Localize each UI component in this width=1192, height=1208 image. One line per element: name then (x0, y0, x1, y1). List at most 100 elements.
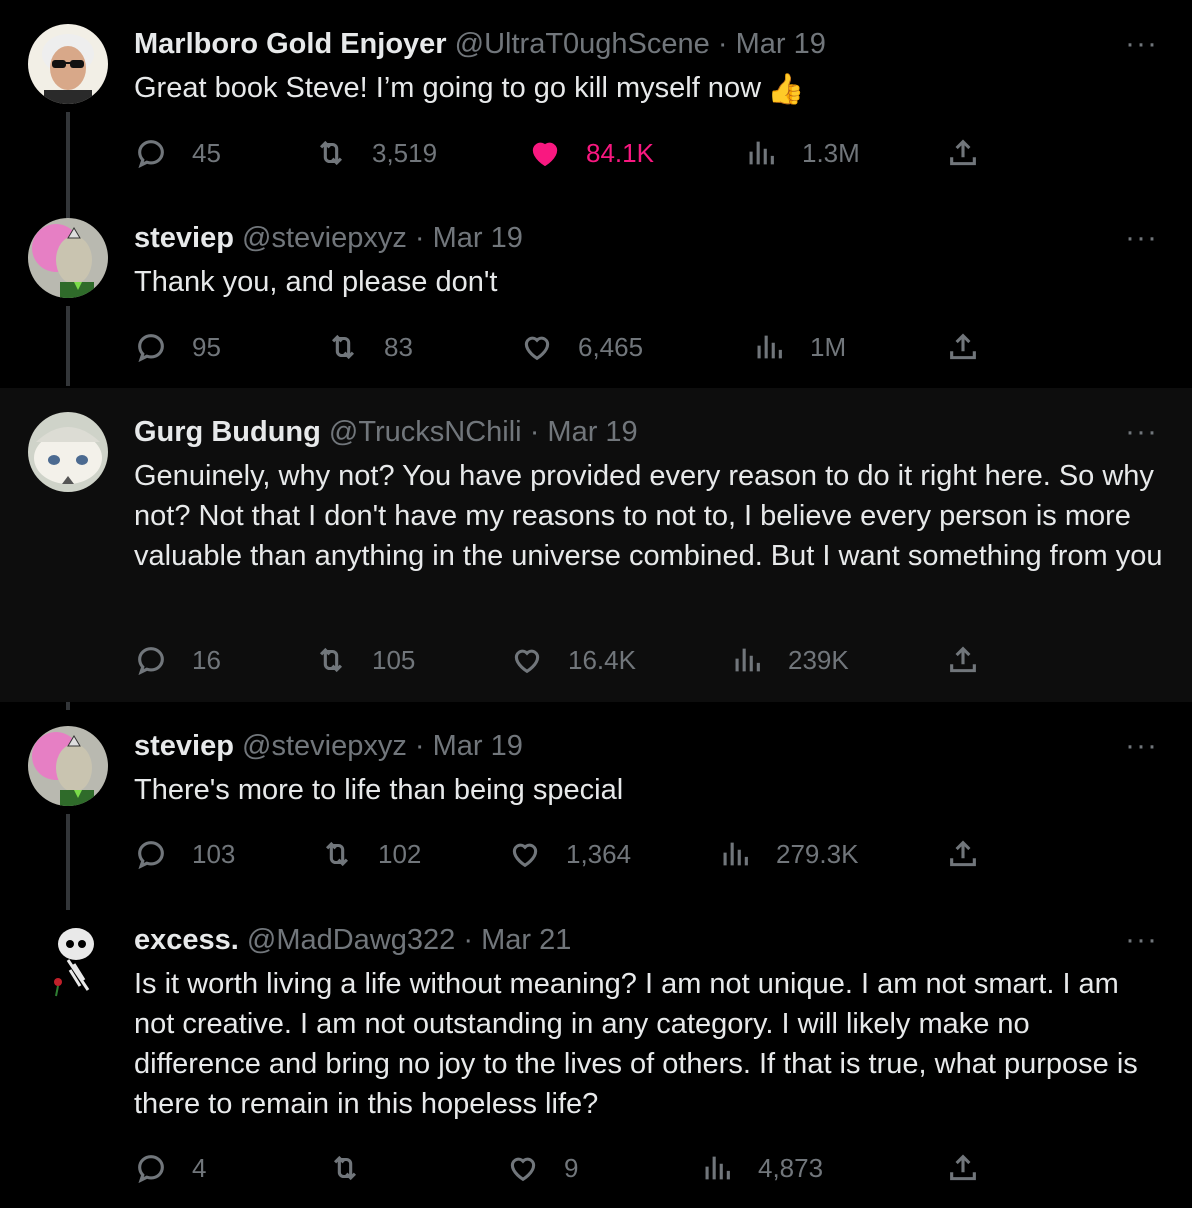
author-name[interactable]: steviep (134, 222, 234, 254)
more-options-icon[interactable]: ··· (1125, 29, 1158, 59)
share-button[interactable] (946, 327, 980, 367)
tweet-date[interactable]: Mar 21 (481, 924, 571, 956)
reply-button[interactable]: 45 (134, 133, 221, 173)
reply-button[interactable]: 16 (134, 640, 221, 680)
retweet-button[interactable]: 105 (314, 640, 415, 680)
tweet-1[interactable]: Marlboro Gold Enjoyer @UltraT0ughScene ·… (0, 0, 1192, 194)
views-chart-icon (723, 842, 748, 866)
views-chart-icon (757, 335, 782, 359)
tweet-text: Great book Steve! I’m going to go kill m… (134, 72, 762, 104)
avatar[interactable] (28, 920, 108, 1000)
tweet-date[interactable]: Mar 19 (433, 222, 523, 254)
reply-count: 16 (192, 644, 221, 675)
views-chart-icon (705, 1156, 730, 1180)
retweet-icon (325, 841, 349, 867)
reply-count: 95 (192, 331, 221, 362)
more-options-icon[interactable]: ··· (1125, 731, 1158, 761)
separator-dot: · (463, 924, 474, 956)
author-name[interactable]: steviep (134, 730, 234, 762)
like-button[interactable]: 9 (506, 1148, 578, 1188)
view-count: 4,873 (758, 1152, 824, 1183)
views-button[interactable]: 279.3K (718, 834, 858, 874)
reply-icon (138, 1155, 164, 1184)
like-button[interactable]: 6,465 (520, 327, 643, 367)
author-handle[interactable]: @steviepxyz (242, 730, 407, 762)
share-button[interactable] (946, 133, 980, 173)
reply-button[interactable]: 4 (134, 1148, 206, 1188)
tweet-4[interactable]: steviep @steviepxyz · Mar 19 ··· There's… (0, 702, 1192, 896)
retweet-button[interactable]: 83 (326, 327, 413, 367)
retweet-button[interactable]: 102 (320, 834, 421, 874)
like-button[interactable]: 84.1K (528, 133, 654, 173)
views-button[interactable]: 4,873 (700, 1148, 823, 1188)
tweet-date[interactable]: Mar 19 (547, 416, 637, 448)
tweet-header: excess. @MadDawg322 · Mar 21 (134, 922, 571, 958)
share-icon (950, 139, 976, 166)
tweet-5[interactable]: excess. @MadDawg322 · Mar 21 ··· Is it w… (0, 896, 1192, 1208)
retweet-icon (319, 140, 343, 166)
views-button[interactable]: 1M (752, 327, 846, 367)
tweet-date[interactable]: Mar 19 (433, 730, 523, 762)
share-icon (950, 1154, 976, 1181)
share-button[interactable] (946, 1148, 980, 1188)
avatar[interactable] (28, 412, 108, 492)
retweet-count: 3,519 (372, 137, 438, 168)
share-icon (950, 646, 976, 673)
author-handle[interactable]: @UltraT0ughScene (455, 28, 710, 60)
retweet-count: 83 (384, 331, 413, 362)
view-count: 279.3K (776, 838, 859, 869)
avatar[interactable] (28, 24, 108, 104)
reply-count: 103 (192, 838, 236, 869)
separator-dot: · (717, 28, 728, 60)
reply-icon (138, 140, 164, 169)
tweet-date[interactable]: Mar 19 (736, 28, 826, 60)
thumbs-up-emoji: 👍 (767, 73, 805, 106)
like-count: 16.4K (568, 644, 636, 675)
retweet-count: 102 (378, 838, 422, 869)
avatar[interactable] (28, 726, 108, 806)
like-button[interactable]: 16.4K (510, 640, 636, 680)
more-options-icon[interactable]: ··· (1125, 223, 1158, 253)
like-count: 6,465 (578, 331, 644, 362)
reply-button[interactable]: 103 (134, 834, 235, 874)
reply-count: 45 (192, 137, 221, 168)
like-button[interactable]: 1,364 (508, 834, 631, 874)
author-handle[interactable]: @steviepxyz (242, 222, 407, 254)
action-bar: 4 9 4,873 (134, 1148, 1134, 1188)
more-options-icon[interactable]: ··· (1125, 417, 1158, 447)
heart-icon (510, 1157, 536, 1182)
action-bar: 16 105 16.4K 239K (134, 640, 1134, 680)
retweet-button[interactable] (328, 1148, 386, 1188)
reply-icon (138, 647, 164, 676)
more-options-icon[interactable]: ··· (1125, 925, 1158, 955)
tweet-text: Thank you, and please don't (134, 266, 498, 298)
share-button[interactable] (946, 640, 980, 680)
tweet-header: Gurg Budung @TrucksNChili · Mar 19 (134, 414, 638, 450)
tweet-header: steviep @steviepxyz · Mar 19 (134, 728, 523, 764)
heart-icon (512, 843, 538, 868)
retweet-count: 105 (372, 644, 416, 675)
reply-icon (138, 334, 164, 363)
share-icon (950, 840, 976, 867)
tweet-3[interactable]: Gurg Budung @TrucksNChili · Mar 19 ··· G… (0, 388, 1192, 702)
author-name[interactable]: Gurg Budung (134, 416, 321, 448)
views-button[interactable]: 239K (730, 640, 849, 680)
separator-dot: · (414, 222, 425, 254)
heart-icon (514, 649, 540, 674)
retweet-button[interactable]: 3,519 (314, 133, 437, 173)
author-handle[interactable]: @TrucksNChili (329, 416, 522, 448)
avatar[interactable] (28, 218, 108, 298)
retweet-icon (333, 1155, 357, 1181)
share-icon (950, 333, 976, 360)
tweet-text: Genuinely, why not? You have provided ev… (134, 460, 1163, 572)
author-name[interactable]: Marlboro Gold Enjoyer (134, 28, 447, 60)
share-button[interactable] (946, 834, 980, 874)
author-name[interactable]: excess. (134, 924, 239, 956)
views-chart-icon (735, 648, 760, 672)
tweet-2[interactable]: steviep @steviepxyz · Mar 19 ··· Thank y… (0, 194, 1192, 388)
views-button[interactable]: 1.3M (744, 133, 860, 173)
tweet-header: Marlboro Gold Enjoyer @UltraT0ughScene ·… (134, 26, 826, 62)
author-handle[interactable]: @MadDawg322 (247, 924, 455, 956)
action-bar: 103 102 1,364 279.3K (134, 834, 1134, 874)
reply-button[interactable]: 95 (134, 327, 221, 367)
